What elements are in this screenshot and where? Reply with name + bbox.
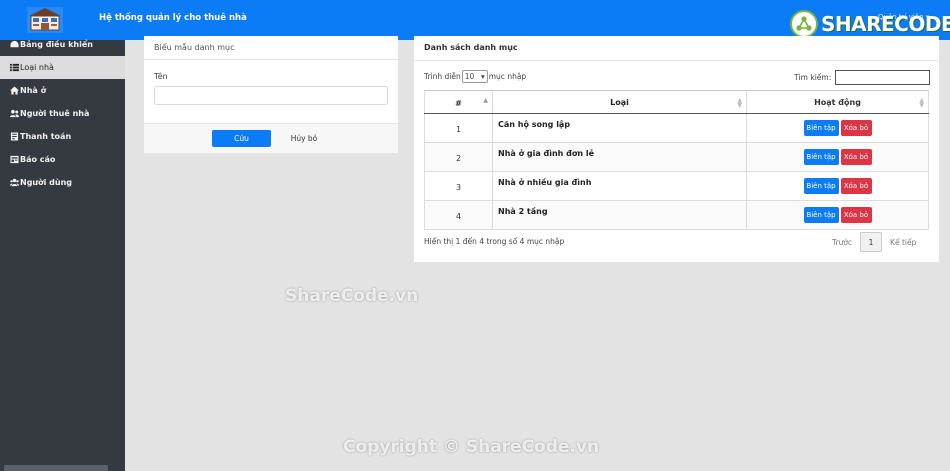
table-row: 3 Nhà ở nhiều gia đình Biên tập Xóa bỏ	[424, 172, 929, 201]
save-button[interactable]: Cứu	[212, 130, 271, 147]
table-search: Tìm kiếm:	[794, 70, 931, 85]
category-list-card: Danh sách danh mục Trình diễn 10 ▾ mục n…	[414, 36, 939, 262]
sidebar-item-payments[interactable]: Thanh toán	[0, 125, 125, 148]
table-row: 4 Nhà 2 tầng Biên tập Xóa bỏ	[424, 201, 929, 230]
house-logo-icon[interactable]	[27, 7, 63, 33]
column-header-actions[interactable]: Hoạt động ▲ ▼	[747, 91, 929, 113]
sort-asc-icon: ▲	[483, 97, 488, 104]
sidebar-item-house-types[interactable]: Loại nhà	[0, 56, 125, 79]
sidebar-item-label: Người dùng	[20, 178, 72, 187]
edit-button[interactable]: Biên tập	[803, 149, 839, 165]
sidebar-item-label: Thanh toán	[20, 132, 72, 141]
next-page-button[interactable]: Kế tiếp	[890, 238, 916, 247]
sidebar-item-tenants[interactable]: Người thuê nhà	[0, 102, 125, 125]
row-type-name: Nhà ở gia đình đơn lẻ	[493, 143, 747, 171]
form-footer: Cứu Hủy bỏ	[144, 123, 398, 153]
length-value: 10	[464, 72, 475, 81]
page-1-button[interactable]: 1	[860, 232, 883, 252]
previous-page-button[interactable]: Trước	[832, 238, 852, 247]
report-icon	[10, 155, 19, 164]
chevron-down-icon: ▾	[480, 72, 485, 81]
edit-button[interactable]: Biên tập	[803, 178, 839, 194]
sort-icon: ▲ ▼	[919, 97, 924, 109]
receipt-icon	[10, 132, 19, 141]
table-row: 1 Căn hộ song lập Biên tập Xóa bỏ	[424, 114, 929, 143]
column-header-type[interactable]: Loại ▲ ▼	[493, 91, 747, 113]
list-title: Danh sách danh mục	[414, 36, 939, 61]
length-prefix: Trình diễn	[424, 72, 461, 81]
sharecode-brand: SHARECODE.vn	[790, 9, 950, 39]
top-navbar: Hệ thống quản lý cho thuê nhà Quản trị v…	[0, 0, 950, 40]
copyright-watermark: Copyright © ShareCode.vn	[343, 437, 600, 457]
column-header-no[interactable]: # ▲	[424, 91, 493, 113]
form-title: Biểu mẫu danh mục	[144, 36, 398, 60]
sidebar-item-users[interactable]: Người dùng	[0, 171, 125, 194]
sidebar-item-reports[interactable]: Báo cáo	[0, 148, 125, 171]
entries-length-select[interactable]: 10 ▾	[461, 70, 488, 83]
row-actions: Biên tập Xóa bỏ	[747, 201, 929, 229]
users-icon	[10, 109, 19, 118]
cancel-button[interactable]: Hủy bỏ	[282, 130, 326, 147]
name-input[interactable]	[154, 86, 388, 105]
brand-text: SHARECODE.vn	[821, 12, 950, 36]
sidebar: Bảng điều khiển Loại nhà Nhà ở Người thu…	[0, 40, 125, 471]
length-suffix: mục nhập	[488, 72, 527, 81]
list-icon	[10, 63, 19, 72]
sidebar-item-dashboard[interactable]: Bảng điều khiển	[0, 33, 125, 56]
row-number: 3	[424, 172, 493, 200]
edit-button[interactable]: Biên tập	[803, 207, 839, 223]
name-label: Tên	[154, 72, 168, 81]
dashboard-icon	[10, 40, 19, 48]
delete-button[interactable]: Xóa bỏ	[840, 207, 872, 223]
sharecode-logo-icon	[790, 10, 818, 38]
table-row: 2 Nhà ở gia đình đơn lẻ Biên tập Xóa bỏ	[424, 143, 929, 172]
table-body: 1 Căn hộ song lập Biên tập Xóa bỏ 2 Nhà …	[424, 114, 929, 230]
user-group-icon	[10, 178, 19, 187]
sidebar-footer-bar	[4, 465, 108, 471]
home-icon	[10, 86, 19, 95]
watermark: ShareCode.vn	[285, 286, 419, 306]
sidebar-item-label: Bảng điều khiển	[20, 40, 93, 49]
delete-button[interactable]: Xóa bỏ	[840, 120, 872, 136]
row-number: 1	[424, 114, 493, 142]
table-header: # ▲ Loại ▲ ▼ Hoạt động ▲ ▼	[424, 91, 929, 114]
entries-length-control: Trình diễn 10 ▾ mục nhập	[424, 70, 526, 83]
row-number: 4	[424, 201, 493, 229]
sidebar-item-label: Nhà ở	[20, 86, 47, 95]
row-type-name: Nhà ở nhiều gia đình	[493, 172, 747, 200]
sidebar-item-label: Báo cáo	[20, 155, 56, 164]
pagination: Trước 1 Kế tiếp	[832, 232, 916, 252]
row-actions: Biên tập Xóa bỏ	[747, 114, 929, 142]
row-type-name: Nhà 2 tầng	[493, 201, 747, 229]
delete-button[interactable]: Xóa bỏ	[840, 149, 872, 165]
row-actions: Biên tập Xóa bỏ	[747, 172, 929, 200]
sidebar-item-label: Loại nhà	[20, 63, 54, 72]
row-actions: Biên tập Xóa bỏ	[747, 143, 929, 171]
search-label: Tìm kiếm:	[794, 73, 832, 82]
sidebar-item-label: Người thuê nhà	[20, 109, 90, 118]
sort-icon: ▲ ▼	[737, 97, 742, 109]
app-title: Hệ thống quản lý cho thuê nhà	[99, 13, 247, 23]
delete-button[interactable]: Xóa bỏ	[840, 178, 872, 194]
category-form-card: Biểu mẫu danh mục Tên Cứu Hủy bỏ	[144, 36, 398, 153]
row-number: 2	[424, 143, 493, 171]
category-table: # ▲ Loại ▲ ▼ Hoạt động ▲ ▼ 1 Căn hộ song l…	[424, 90, 929, 230]
edit-button[interactable]: Biên tập	[803, 120, 839, 136]
row-type-name: Căn hộ song lập	[493, 114, 747, 142]
sidebar-item-houses[interactable]: Nhà ở	[0, 79, 125, 102]
table-info: Hiển thị 1 đến 4 trong số 4 mục nhập	[424, 237, 565, 246]
search-input[interactable]	[835, 70, 931, 85]
